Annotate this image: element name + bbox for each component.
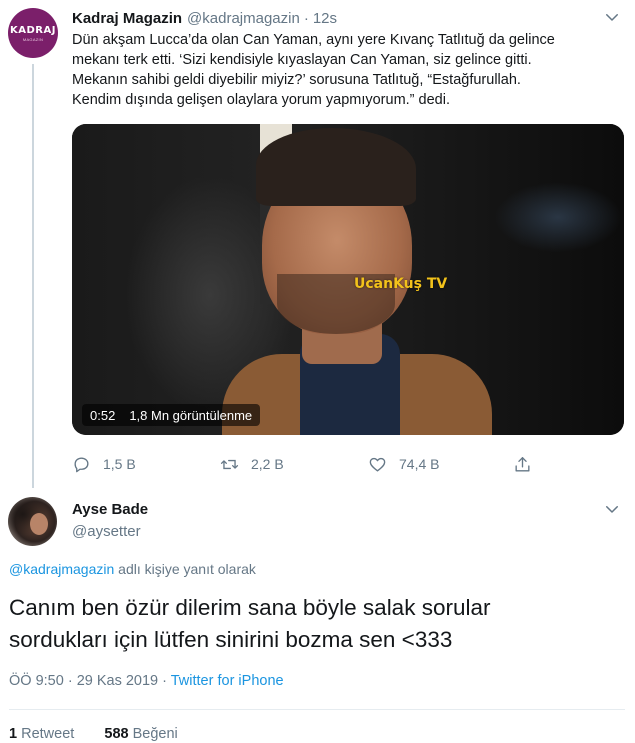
tweet-text-line: Kendim dışında gelişen olaylara yorum ya… bbox=[72, 92, 450, 108]
reply-timestamp[interactable]: ÖÖ 9:50 · 29 Kas 2019 · bbox=[9, 673, 171, 689]
retweet-icon bbox=[220, 459, 239, 469]
reply-text: Canım ben özür dilerim sana böyle salak … bbox=[9, 592, 629, 656]
like-icon bbox=[369, 457, 386, 472]
chevron-down-icon[interactable] bbox=[603, 500, 621, 518]
video-info-badge: 0:52 1,8 Mn görüntülenme bbox=[82, 404, 261, 426]
author-handle[interactable]: @kadrajmagazin bbox=[187, 10, 300, 27]
source-link[interactable]: Twitter for iPhone bbox=[171, 673, 284, 689]
reply-button[interactable]: 1,5 B bbox=[72, 453, 136, 475]
reply-text-line: Canım ben özür dilerim sana böyle salak … bbox=[9, 595, 491, 620]
tweet-header: Kadraj Magazin @kadrajmagazin · 12s bbox=[72, 8, 337, 28]
retweet-count: 2,2 B bbox=[251, 456, 284, 472]
reply-count: 1,5 B bbox=[103, 456, 136, 472]
tweet-time[interactable]: 12s bbox=[313, 10, 337, 27]
video-duration: 0:52 bbox=[90, 407, 116, 423]
tweet-text-line: Mekanın sahibi geldi diyebilir miyiz?’ s… bbox=[72, 72, 521, 88]
author-handle[interactable]: @aysetter bbox=[72, 523, 141, 540]
separator: · bbox=[303, 9, 309, 27]
reply-icon bbox=[74, 456, 89, 472]
person-hair bbox=[256, 128, 416, 206]
video-views: 1,8 Mn görüntülenme bbox=[129, 407, 253, 423]
replying-mention-link[interactable]: @kadrajmagazin bbox=[9, 561, 114, 577]
tweet-text-line: mekanı terk etti. ‘Sizi kendisiyle kıyas… bbox=[72, 52, 532, 68]
author-name[interactable]: Ayse Bade bbox=[72, 501, 148, 518]
author-name[interactable]: Kadraj Magazin bbox=[72, 10, 182, 27]
tweet-kadraj[interactable]: KADRAJ MAGAZIN Kadraj Magazin @kadrajmag… bbox=[0, 0, 635, 488]
video-watermark: UcanKuş TV bbox=[354, 276, 448, 292]
retweet-button[interactable]: 2,2 B bbox=[220, 453, 284, 475]
avatar[interactable]: KADRAJ MAGAZIN bbox=[8, 8, 58, 58]
avatar-face bbox=[30, 513, 48, 535]
divider bbox=[9, 709, 625, 710]
like-stat-count: 588 bbox=[104, 726, 129, 742]
retweet-stat-label: Retweet bbox=[17, 726, 75, 742]
replying-suffix: adlı kişiye yanıt olarak bbox=[114, 561, 256, 577]
replying-to: @kadrajmagazin adlı kişiye yanıt olarak bbox=[9, 561, 256, 577]
retweet-stat[interactable]: 1 Retweet bbox=[9, 726, 74, 742]
avatar-logo: KADRAJ bbox=[10, 24, 56, 36]
like-stat[interactable]: 588 Beğeni bbox=[104, 726, 177, 742]
share-button[interactable] bbox=[513, 453, 532, 475]
chevron-down-icon[interactable] bbox=[603, 8, 621, 26]
video-player[interactable]: UcanKuş TV 0:52 1,8 Mn görüntülenme bbox=[72, 124, 624, 435]
retweet-stat-count: 1 bbox=[9, 726, 18, 742]
reply-stats: 1 Retweet 588 Beğeni bbox=[9, 726, 178, 742]
like-count: 74,4 B bbox=[399, 456, 440, 472]
tweet-text: Dün akşam Lucca’da olan Can Yaman, aynı … bbox=[72, 30, 627, 110]
reply-text-line: sordukları için lütfen sinirini bozma se… bbox=[9, 627, 453, 652]
share-icon bbox=[515, 456, 530, 472]
like-button[interactable]: 74,4 B bbox=[368, 453, 439, 475]
avatar[interactable] bbox=[8, 497, 57, 546]
tweet-text-line: Dün akşam Lucca’da olan Can Yaman, aynı … bbox=[72, 32, 555, 48]
avatar-logo-sub: MAGAZIN bbox=[22, 36, 44, 42]
reply-meta: ÖÖ 9:50 · 29 Kas 2019 · Twitter for iPho… bbox=[9, 673, 284, 689]
like-stat-label: Beğeni bbox=[128, 726, 178, 742]
tweet-actions: 1,5 B 2,2 B 74,4 B bbox=[72, 453, 542, 475]
thread-line bbox=[32, 64, 34, 488]
